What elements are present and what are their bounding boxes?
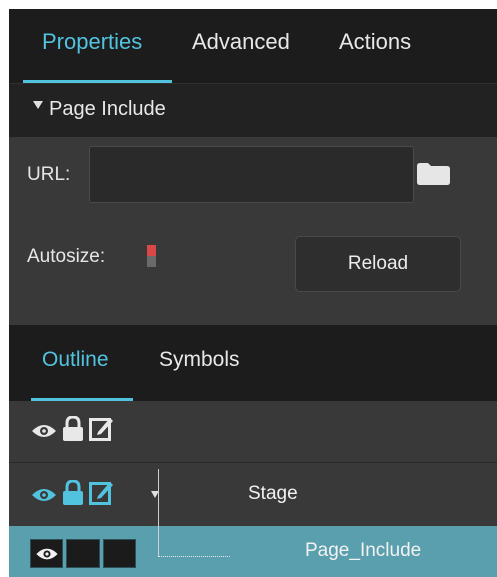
outline-header-row [9,401,497,463]
lock-icon[interactable] [63,480,83,505]
autosize-label: Autosize: [27,246,106,267]
edit-toggle[interactable] [103,539,136,568]
lock-icon[interactable] [63,416,83,441]
tab-symbols[interactable]: Symbols [159,348,240,372]
autosize-toggle[interactable] [147,245,156,267]
triangle-down-icon [33,101,43,109]
outline-row-page-include[interactable]: Page_Include [9,526,497,577]
edit-icon[interactable] [89,416,114,441]
url-input[interactable] [89,146,414,203]
url-label: URL: [27,164,71,185]
outline-item-label: Stage [248,483,298,504]
reload-button[interactable]: Reload [295,236,461,292]
edit-icon[interactable] [89,480,114,505]
tree-connector-line [158,556,230,557]
tree-connector-line [158,469,159,557]
visibility-toggle[interactable] [30,539,63,568]
outline-tabbar: Outline Symbols [9,325,497,401]
outline-item-label: Page_Include [305,540,422,561]
tab-advanced[interactable]: Advanced [192,29,290,55]
eye-icon[interactable] [31,486,57,504]
page-include-properties: URL: Autosize: Reload [9,137,497,325]
page-include-section-header[interactable]: Page Include [9,83,497,138]
tab-properties[interactable]: Properties [42,29,142,55]
outline-row-stage[interactable]: Stage [9,463,497,526]
section-title: Page Include [49,98,166,120]
eye-icon[interactable] [31,422,57,440]
tab-actions[interactable]: Actions [339,29,411,55]
properties-panel: Properties Advanced Actions Page Include… [9,9,497,577]
folder-icon[interactable] [417,163,450,185]
tab-outline[interactable]: Outline [42,348,109,372]
eye-icon [36,548,58,560]
lock-toggle[interactable] [66,539,100,568]
